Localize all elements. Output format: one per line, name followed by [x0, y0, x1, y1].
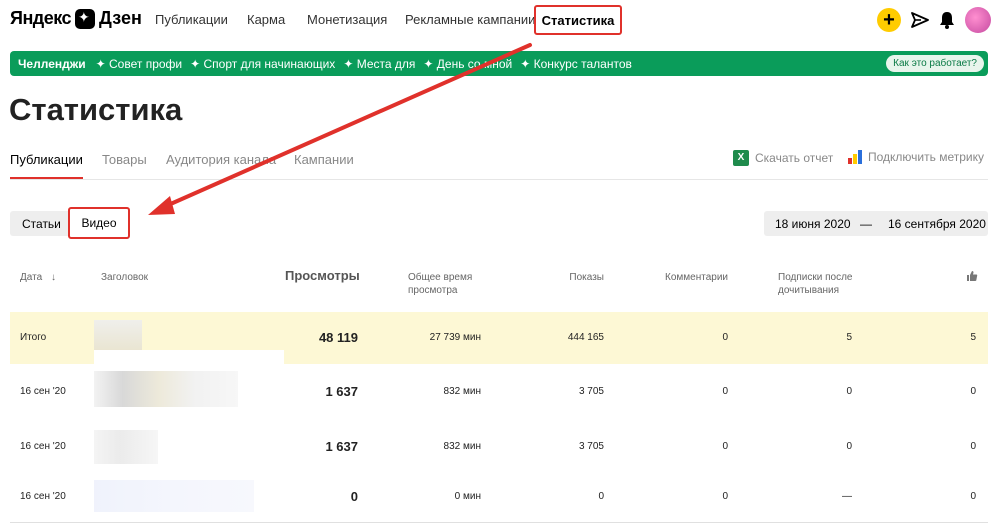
row-watch-time: 832 мин	[443, 386, 481, 397]
content-type-toggle: Статьи Видео	[10, 207, 130, 239]
column-date[interactable]: Дата ↓	[20, 271, 56, 284]
header-actions: +	[877, 7, 991, 33]
send-icon[interactable]	[911, 11, 929, 29]
how-it-works-button[interactable]: Как это работает?	[886, 55, 984, 72]
challenges-title: Челленджи	[18, 56, 86, 71]
bell-icon[interactable]	[939, 11, 955, 29]
nav-monetization[interactable]: Монетизация	[307, 12, 387, 27]
column-impressions[interactable]: Показы	[560, 271, 604, 284]
row-watch-time: 832 мин	[443, 441, 481, 452]
challenge-label: День со мной	[436, 56, 513, 71]
nav-ad-campaigns[interactable]: Рекламные кампании	[405, 12, 535, 27]
articles-option[interactable]: Статьи	[22, 217, 61, 231]
challenge-label: Места для	[356, 56, 416, 71]
column-subscriptions[interactable]: Подписки после дочитывания	[778, 271, 858, 297]
row-subscriptions: 5	[846, 332, 852, 343]
table-row: 16 сен '20 1 637 832 мин 3 705 0 0 0	[10, 365, 988, 417]
page-title: Статистика	[9, 92, 183, 127]
thumbs-up-icon[interactable]	[966, 270, 978, 282]
row-likes: 0	[970, 491, 976, 502]
sort-arrow-down-icon[interactable]: ↓	[51, 271, 56, 284]
challenge-label: Конкурс талантов	[533, 56, 632, 71]
dzen-logo[interactable]: Яндекс Дзен	[10, 8, 142, 29]
challenge-chip[interactable]: ✦ Места для	[343, 57, 415, 71]
nav-karma[interactable]: Карма	[247, 12, 285, 27]
row-watch-time: 27 739 мин	[429, 332, 481, 343]
row-title-blurred[interactable]	[94, 430, 158, 464]
row-comments: 0	[722, 386, 728, 397]
column-comments[interactable]: Комментарии	[660, 271, 728, 284]
column-watch-time[interactable]: Общее время просмотра	[408, 271, 481, 297]
row-title-blurred[interactable]	[94, 350, 284, 364]
row-likes: 0	[970, 386, 976, 397]
challenges-bar: Челленджи ✦ Совет профи ✦ Спорт для начи…	[10, 51, 988, 76]
logo-yandex-text: Яндекс	[10, 8, 72, 28]
challenge-chip[interactable]: ✦ Совет профи	[96, 57, 183, 71]
table-row: 16 сен '20 0 0 мин 0 0 — 0	[10, 470, 988, 522]
excel-icon: X	[733, 150, 749, 166]
row-title-blurred[interactable]	[94, 371, 238, 407]
row-subscriptions: 0	[846, 441, 852, 452]
row-impressions: 3 705	[578, 441, 604, 452]
date-to[interactable]: 16 сентября 2020	[888, 217, 986, 231]
connect-metrika-label: Подключить метрику	[868, 150, 984, 164]
row-date: Итого	[20, 332, 47, 343]
row-watch-time: 0 мин	[454, 491, 481, 502]
connect-metrika-button[interactable]: Подключить метрику	[848, 150, 984, 164]
row-impressions: 444 165	[567, 332, 604, 343]
row-title-blurred[interactable]	[94, 480, 254, 512]
row-views: 0	[350, 489, 358, 504]
row-subscriptions: 0	[846, 386, 852, 397]
column-date-label: Дата	[20, 272, 43, 283]
tab-campaigns[interactable]: Кампании	[294, 152, 354, 167]
table-row: 16 сен '20 1 637 832 мин 3 705 0 0 0	[10, 420, 988, 472]
tabs-divider	[10, 179, 988, 180]
dzen-star-icon	[75, 8, 96, 29]
challenge-chip[interactable]: ✦ День со мной	[423, 57, 512, 71]
row-views: 1 637	[325, 439, 358, 454]
tab-publications[interactable]: Публикации	[10, 152, 83, 167]
row-subscriptions: —	[842, 491, 852, 502]
row-impressions: 3 705	[578, 386, 604, 397]
download-report-button[interactable]: X Скачать отчет	[733, 150, 833, 166]
row-date: 16 сен '20	[20, 386, 66, 397]
date-separator: —	[860, 217, 872, 231]
table-row-total: Итого 48 119 27 739 мин 444 165 0 5 5	[10, 312, 988, 364]
top-header: Яндекс Дзен Публикации Карма Монетизация…	[0, 0, 1001, 40]
tab-audience[interactable]: Аудитория канала	[166, 152, 276, 167]
download-report-label: Скачать отчет	[755, 151, 834, 165]
table-bottom-divider	[10, 522, 988, 523]
challenge-label: Совет профи	[109, 56, 183, 71]
logo-dzen-text: Дзен	[99, 8, 142, 28]
row-comments: 0	[722, 332, 728, 343]
tab-products[interactable]: Товары	[102, 152, 147, 167]
nav-publications[interactable]: Публикации	[155, 12, 228, 27]
row-views: 1 637	[325, 384, 358, 399]
row-likes: 5	[970, 332, 976, 343]
row-date: 16 сен '20	[20, 491, 66, 502]
row-impressions: 0	[598, 491, 604, 502]
row-date: 16 сен '20	[20, 441, 66, 452]
column-views[interactable]: Просмотры	[285, 269, 360, 282]
row-comments: 0	[722, 491, 728, 502]
row-views: 48 119	[318, 330, 358, 345]
video-option[interactable]: Видео	[68, 207, 130, 239]
nav-statistics[interactable]: Статистика	[534, 5, 622, 35]
date-from[interactable]: 18 июня 2020	[775, 217, 851, 231]
column-title: Заголовок	[101, 272, 149, 283]
create-plus-button[interactable]: +	[877, 8, 901, 32]
date-range-picker[interactable]: 18 июня 2020 — 16 сентября 2020	[764, 211, 988, 236]
challenge-chip[interactable]: ✦ Конкурс талантов	[520, 57, 632, 71]
row-comments: 0	[722, 441, 728, 452]
avatar[interactable]	[965, 7, 991, 33]
row-likes: 0	[970, 441, 976, 452]
challenge-label: Спорт для начинающих	[203, 56, 336, 71]
challenge-chip[interactable]: ✦ Спорт для начинающих	[190, 57, 335, 71]
metrika-icon	[848, 150, 862, 164]
